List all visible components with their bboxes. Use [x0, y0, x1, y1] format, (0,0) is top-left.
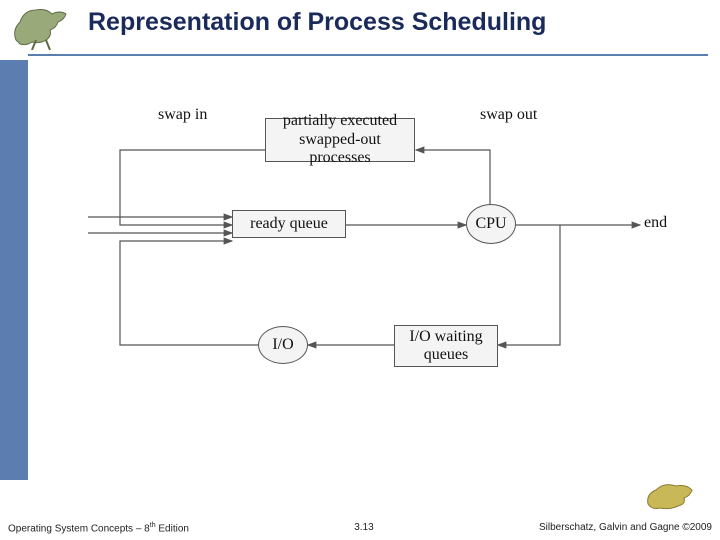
label-swap-out: swap out [480, 106, 537, 124]
slide-title-bar: Representation of Process Scheduling [0, 8, 720, 37]
footer-book-title-prefix: Operating System Concepts – 8 [8, 523, 150, 534]
slide-title: Representation of Process Scheduling [88, 8, 720, 37]
label-swap-in: swap in [158, 106, 207, 124]
box-partially-executed: partially executed swapped-out processes [265, 118, 415, 162]
footer-left: Operating System Concepts – 8th Edition [8, 522, 189, 534]
slide-footer: Operating System Concepts – 8th Edition … [8, 522, 712, 534]
box-ready-queue: ready queue [232, 210, 346, 238]
oval-cpu: CPU [466, 204, 516, 244]
label-end: end [644, 214, 667, 232]
footer-page-number: 3.13 [354, 522, 373, 534]
dinosaur-standing-icon [642, 476, 702, 512]
sidebar-accent [0, 60, 28, 480]
process-scheduling-diagram: partially executed swapped-out processes… [80, 100, 680, 420]
footer-right: Silberschatz, Galvin and Gagne ©2009 [539, 522, 712, 534]
footer-book-title-suffix: Edition [156, 523, 189, 534]
title-underline [28, 54, 708, 56]
box-io-waiting-queues: I/O waiting queues [394, 325, 498, 367]
oval-io: I/O [258, 326, 308, 364]
